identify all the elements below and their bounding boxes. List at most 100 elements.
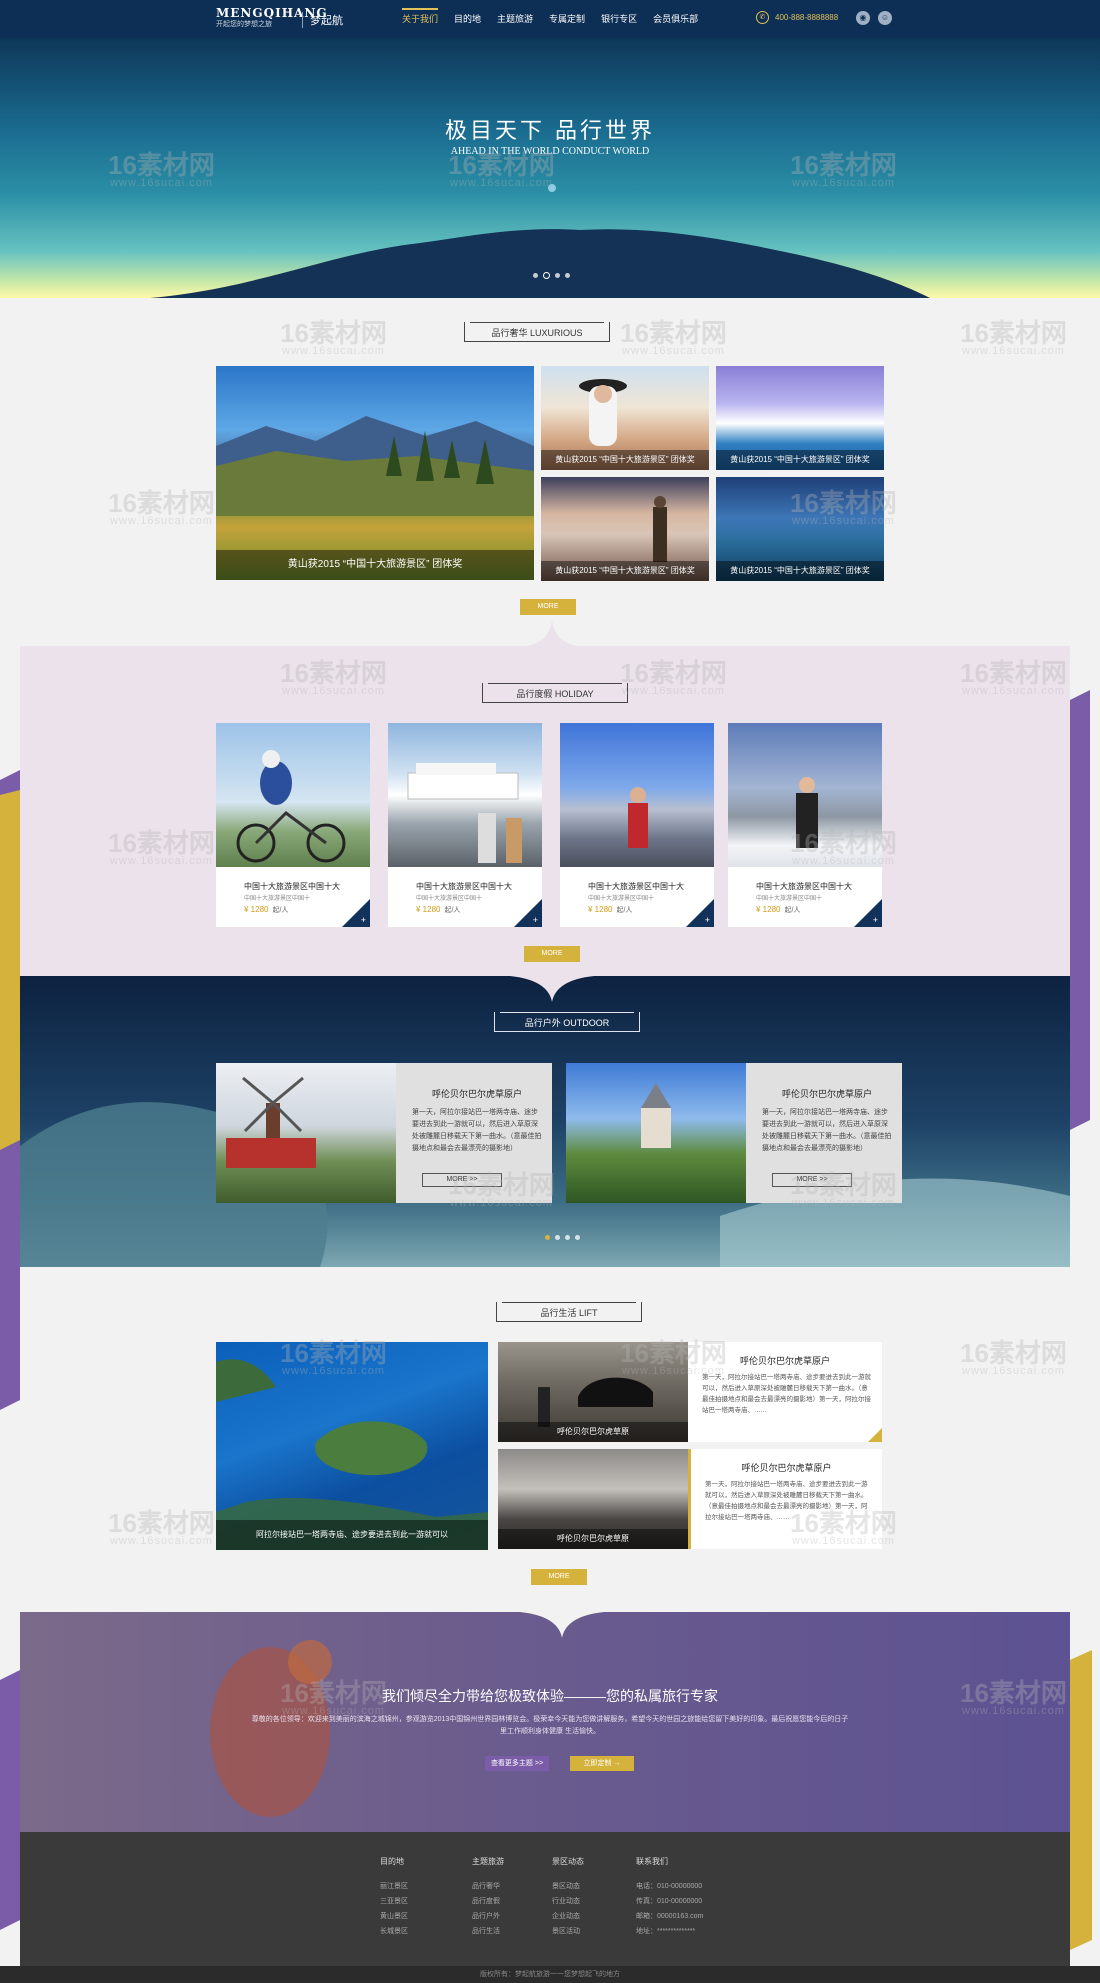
mountain-silhouette: [150, 184, 930, 298]
footer-link[interactable]: 品行奢华: [472, 1879, 504, 1894]
brand-name: 梦起航: [310, 15, 343, 27]
life-text-desc: 第一天，阿拉尔接站巴一塔两寺庙、途步要进去到此一游就可以，然后进入草原深处被雕麓…: [702, 1374, 871, 1414]
weibo-icon[interactable]: ◉: [856, 11, 870, 25]
pager-dot[interactable]: [545, 1235, 550, 1240]
banner-title: 极目天下 品行世界: [445, 119, 655, 144]
more-themes-button[interactable]: 查看更多主题 >>: [485, 1756, 549, 1771]
outdoor-card-desc: 第一天，阿拉尔接站巴一塔两寺庙、途步要进去到此一游就可以，然后进入草原深处被雕麓…: [412, 1109, 542, 1152]
life-text-title: 呼伦贝尔巴尔虎草原户: [739, 1356, 830, 1366]
footer-link[interactable]: 景区动态: [552, 1879, 584, 1894]
outdoor-card[interactable]: 呼伦贝尔巴尔虎草原户 第一天，阿拉尔接站巴一塔两寺庙、途步要进去到此一游就可以，…: [216, 1063, 552, 1203]
promo-text: 尊敬的各位领导：欢迎来到美丽的滨海之城锦州，参观游览2013中国锦州世界园林博览…: [251, 1716, 849, 1735]
plus-icon[interactable]: +: [705, 915, 710, 925]
hotline: ✆ 400-888-8888888: [756, 11, 838, 24]
outdoor-card[interactable]: 呼伦贝尔巴尔虎草原户 第一天，阿拉尔接站巴一塔两寺庙、途步要进去到此一游就可以，…: [566, 1063, 902, 1203]
life-feature-card[interactable]: 阿拉尔接站巴一塔两寺庙、途步要进去到此一游就可以: [216, 1342, 488, 1550]
luxury-card[interactable]: 黄山获2015 “中国十大旅游景区” 团体奖: [541, 366, 709, 470]
plus-icon[interactable]: +: [873, 915, 878, 925]
banner-subtitle: AHEAD IN THE WORLD CONDUCT WORLD: [450, 146, 650, 157]
footer-link[interactable]: 品行户外: [472, 1909, 504, 1924]
footer-col-theme: 主题旅游 品行奢华 品行度假 品行户外 品行生活: [472, 1856, 504, 1939]
holiday-card-subtitle: 中国十大旅游景区中国十: [588, 896, 655, 902]
holiday-card-price: ¥ 1280 起/人: [588, 905, 633, 914]
footer-fax: 传真：010-00000000: [636, 1898, 703, 1905]
pager-dot[interactable]: [575, 1235, 580, 1240]
watermark: 16素材网 www.16sucai.com: [280, 318, 387, 357]
plus-icon[interactable]: +: [361, 915, 366, 925]
wechat-icon[interactable]: ☺: [878, 11, 892, 25]
luxury-card[interactable]: 黄山获2015 “中国十大旅游景区” 团体奖: [716, 477, 884, 581]
life-more-button[interactable]: MORE: [531, 1569, 587, 1585]
nav-item-theme[interactable]: 主题旅游: [497, 0, 533, 38]
footer-col-destination: 目的地 丽江景区 三亚景区 黄山景区 长城景区: [380, 1856, 408, 1939]
holiday-card-subtitle: 中国十大旅游景区中国十: [756, 896, 823, 902]
phone-icon: ✆: [756, 11, 769, 24]
customize-button[interactable]: 立即定制 →: [570, 1756, 634, 1771]
site-footer: [20, 1832, 1070, 1966]
holiday-card[interactable]: 中国十大旅游景区中国十大 中国十大旅游景区中国十 ¥ 1280 起/人 +: [388, 723, 542, 927]
luxury-card[interactable]: 黄山获2015 “中国十大旅游景区” 团体奖: [541, 477, 709, 581]
footer-link[interactable]: 三亚景区: [380, 1894, 408, 1909]
logo-divider: [302, 12, 303, 28]
footer-col-news: 景区动态 景区动态 行业动态 企业动态 景区活动: [552, 1856, 584, 1939]
footer-link[interactable]: 黄山景区: [380, 1909, 408, 1924]
holiday-card-subtitle: 中国十大旅游景区中国十: [244, 896, 311, 902]
footer-email[interactable]: 邮箱：00000163.com: [636, 1909, 703, 1924]
footer-link[interactable]: 企业动态: [552, 1909, 584, 1924]
nav-item-about[interactable]: 关于我们: [402, 0, 439, 38]
banner-dot[interactable]: [555, 273, 560, 278]
banner-dot-active[interactable]: [543, 272, 550, 279]
luxury-caption: 黄山获2015 “中国十大旅游景区” 团体奖: [541, 450, 709, 470]
luxury-caption: 黄山获2015 “中国十大旅游景区” 团体奖: [716, 450, 884, 470]
life-text-desc: 第一天，阿拉尔接站巴一塔两寺庙、途步要进去到此一游就可以，然后进入草原深处被雕麓…: [705, 1481, 868, 1521]
holiday-card-price: ¥ 1280 起/人: [416, 905, 461, 914]
plus-icon[interactable]: +: [533, 915, 538, 925]
holiday-card-price: ¥ 1280 起/人: [756, 905, 801, 914]
footer-link[interactable]: 丽江景区: [380, 1879, 408, 1894]
promo-title: 我们倾尽全力带给您极致体验———您的私属旅行专家: [382, 1688, 718, 1704]
outdoor-more-link[interactable]: MORE >>: [422, 1173, 502, 1187]
life-image-card[interactable]: 呼伦贝尔巴尔虎草原: [498, 1342, 688, 1442]
holiday-card[interactable]: 中国十大旅游景区中国十大 中国十大旅游景区中国十 ¥ 1280 起/人 +: [728, 723, 882, 927]
holiday-card[interactable]: 中国十大旅游景区中国十大 中国十大旅游景区中国十 ¥ 1280 起/人 +: [560, 723, 714, 927]
copyright-bar: 版权所有：梦起航旅游一一您梦想起飞的地方: [0, 1966, 1100, 1983]
outdoor-pagination: [545, 1235, 580, 1240]
outdoor-card-desc: 第一天，阿拉尔接站巴一塔两寺庙、途步要进去到此一游就可以，然后进入草原深处被雕麓…: [762, 1109, 892, 1152]
nav-item-custom[interactable]: 专属定制: [549, 0, 585, 38]
luxury-card[interactable]: 黄山获2015 “中国十大旅游景区” 团体奖: [716, 366, 884, 470]
section-title-luxurious: 品行奢华 LUXURIOUS: [464, 322, 610, 342]
holiday-card[interactable]: 中国十大旅游景区中国十大 中国十大旅游景区中国十 ¥ 1280 起/人 +: [216, 723, 370, 927]
nav-item-bank[interactable]: 银行专区: [601, 0, 637, 38]
banner-dot[interactable]: [565, 273, 570, 278]
outdoor-more-link[interactable]: MORE >>: [772, 1173, 852, 1187]
main-nav: 关于我们 目的地 主题旅游 专属定制 银行专区 会员俱乐部: [402, 0, 714, 38]
holiday-more-button[interactable]: MORE: [524, 946, 580, 962]
outdoor-card-title: 呼伦贝尔巴尔虎草原户: [781, 1089, 872, 1099]
holiday-card-title: 中国十大旅游景区中国十大: [244, 882, 340, 891]
luxury-feature-card[interactable]: 黄山获2015 “中国十大旅游景区” 团体奖: [216, 366, 534, 580]
outdoor-card-title: 呼伦贝尔巴尔虎草原户: [431, 1089, 522, 1099]
pager-dot[interactable]: [565, 1235, 570, 1240]
nav-item-destination[interactable]: 目的地: [454, 0, 481, 38]
life-image-caption: 呼伦贝尔巴尔虎草原: [498, 1529, 688, 1549]
luxury-caption: 黄山获2015 “中国十大旅游景区” 团体奖: [541, 561, 709, 581]
footer-link[interactable]: 行业动态: [552, 1894, 584, 1909]
life-text-card[interactable]: 呼伦贝尔巴尔虎草原户 第一天，阿拉尔接站巴一塔两寺庙、途步要进去到此一游就可以，…: [688, 1342, 882, 1442]
life-text-card[interactable]: 呼伦贝尔巴尔虎草原户 第一天，阿拉尔接站巴一塔两寺庙、途步要进去到此一游就可以，…: [688, 1449, 882, 1549]
banner-dot[interactable]: [533, 273, 538, 278]
footer-link[interactable]: 长城景区: [380, 1924, 408, 1939]
holiday-card-title: 中国十大旅游景区中国十大: [588, 882, 684, 891]
nav-item-club[interactable]: 会员俱乐部: [653, 0, 698, 38]
hero-banner: 极目天下 品行世界 AHEAD IN THE WORLD CONDUCT WOR…: [0, 38, 1100, 298]
footer-link[interactable]: 景区活动: [552, 1924, 584, 1939]
footer-link[interactable]: 品行度假: [472, 1894, 504, 1909]
watermark: 16素材网 www.16sucai.com: [620, 318, 727, 357]
life-image-card[interactable]: 呼伦贝尔巴尔虎草原: [498, 1449, 688, 1549]
footer-col-contact: 联系我们 电话：010-00000000 传真：010-00000000 邮箱：…: [636, 1856, 703, 1939]
pager-dot[interactable]: [555, 1235, 560, 1240]
site-header: MENGQIHANG 开起您的梦想之旅 梦起航 关于我们 目的地 主题旅游 专属…: [0, 0, 1100, 38]
section-title-life: 品行生活 LIFT: [496, 1302, 642, 1322]
holiday-card-price: ¥ 1280 起/人: [244, 905, 289, 914]
luxurious-more-button[interactable]: MORE: [520, 599, 576, 615]
footer-link[interactable]: 品行生活: [472, 1924, 504, 1939]
